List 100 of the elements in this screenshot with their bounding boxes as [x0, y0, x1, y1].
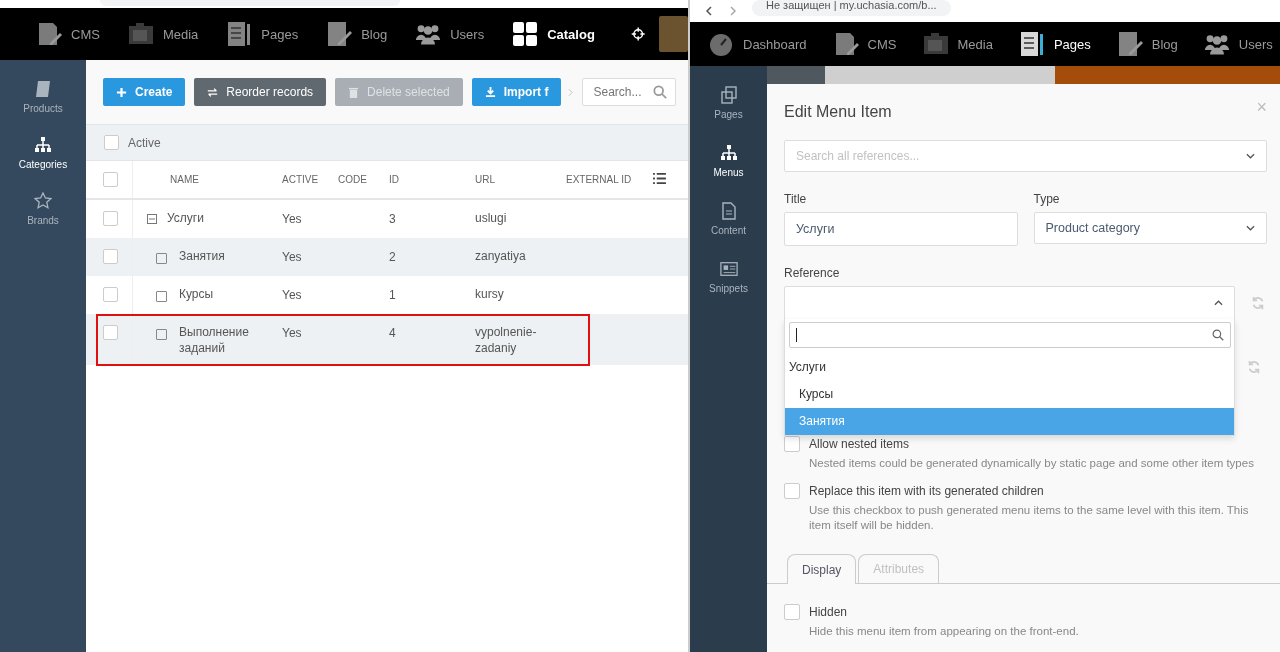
- checkbox[interactable]: [104, 135, 119, 150]
- sidebar-item[interactable]: Menus: [690, 144, 767, 178]
- nav-item[interactable]: CMS: [832, 31, 897, 57]
- pencil-page-icon: [326, 21, 353, 47]
- column-header[interactable]: URL: [475, 174, 495, 185]
- caret-icon: [1214, 300, 1223, 306]
- column-header[interactable]: ACTIVE: [282, 174, 319, 185]
- nav-item[interactable]: Catalog: [512, 21, 595, 47]
- dropdown-search-field[interactable]: [789, 322, 1231, 348]
- checkbox[interactable]: [103, 325, 118, 340]
- camera-icon: [922, 31, 949, 57]
- download-icon: [484, 86, 496, 98]
- column-header[interactable]: NAME: [170, 174, 199, 185]
- column-header[interactable]: CODE: [338, 174, 367, 185]
- checkbox[interactable]: [103, 287, 118, 302]
- nav-item[interactable]: Media: [922, 31, 993, 57]
- collapse-icon[interactable]: [147, 212, 157, 224]
- checkbox[interactable]: [103, 172, 118, 187]
- table-cell: Yes: [282, 326, 302, 340]
- sidebar-item[interactable]: Brands: [0, 192, 86, 226]
- caret-icon: [1246, 153, 1255, 159]
- table-cell-text: vypolnenie-zadaniy: [475, 324, 538, 356]
- table-cell-text: Курсы: [179, 286, 215, 302]
- table-cell: 2: [389, 250, 396, 264]
- modal-title: Edit Menu Item: [784, 103, 892, 121]
- list-icon[interactable]: [653, 173, 666, 184]
- checklist-icon: [1018, 31, 1045, 57]
- table-cell-text: zanyatiya: [475, 248, 527, 264]
- sitemap-icon: [719, 144, 738, 162]
- checkbox[interactable]: [784, 436, 800, 452]
- crosshair-icon[interactable]: [630, 25, 646, 43]
- nav-item[interactable]: Pages: [226, 21, 299, 47]
- search-icon: [1212, 329, 1224, 341]
- nav-item[interactable]: Blog: [1116, 31, 1178, 57]
- star-icon: [34, 192, 52, 210]
- table-cell: Yes: [282, 288, 302, 302]
- newspaper-icon: [719, 260, 738, 278]
- table-cell: 4: [389, 326, 396, 340]
- avatar-image[interactable]: [659, 16, 688, 52]
- table-cell-text: Занятия: [179, 248, 226, 264]
- address-bar[interactable]: Не защищен | my.uchasia.com/b...: [752, 0, 951, 16]
- checkbox-label: Hidden: [809, 605, 848, 619]
- dropdown-option[interactable]: Курсы: [785, 381, 1234, 408]
- column-header[interactable]: EXTERNAL ID: [566, 174, 632, 185]
- reference-select[interactable]: [784, 286, 1235, 320]
- book-icon: [34, 80, 52, 98]
- nav-item[interactable]: CMS: [36, 21, 100, 47]
- camera-icon: [127, 21, 154, 47]
- pencil-page-icon: [1116, 31, 1143, 57]
- toolbar-button[interactable]: Reorder records: [194, 78, 327, 106]
- help-text: Hide this menu item from appearing on the front-end.: [808, 624, 1080, 639]
- checkbox[interactable]: [103, 249, 118, 264]
- help-text: Use this checkbox to push generated menu items to the same level with this item. This item itself will be hidden.: [808, 503, 1250, 533]
- table-cell: 3: [389, 212, 396, 226]
- nav-item[interactable]: Blog: [326, 21, 388, 47]
- filter-label: Active: [128, 135, 161, 150]
- sidebar-item[interactable]: Products: [0, 80, 86, 114]
- back-icon[interactable]: [704, 6, 714, 16]
- type-select[interactable]: Product category: [1033, 212, 1267, 244]
- copy-icon: [719, 86, 738, 104]
- caret-icon: [1246, 225, 1255, 231]
- checkbox[interactable]: [103, 211, 118, 226]
- nav-item[interactable]: Media: [127, 21, 199, 47]
- nav-item[interactable]: Users: [415, 21, 485, 47]
- sidebar-item[interactable]: Pages: [690, 86, 767, 120]
- grid-icon: [512, 21, 539, 47]
- column-header[interactable]: ID: [389, 174, 399, 185]
- leaf-icon: [156, 329, 167, 340]
- sidebar-item[interactable]: Categories: [0, 136, 86, 170]
- sidebar-item[interactable]: Content: [690, 202, 767, 236]
- refresh-icon[interactable]: [1251, 296, 1265, 310]
- plus-icon: [116, 86, 127, 98]
- search-field[interactable]: Search...: [582, 78, 677, 106]
- tab[interactable]: Display: [787, 554, 857, 584]
- table-cell-text: Услуги: [167, 210, 205, 226]
- nav-item[interactable]: Pages: [1018, 31, 1091, 57]
- sidebar-item[interactable]: Snippets: [690, 260, 767, 294]
- document-icon: [36, 21, 62, 47]
- trash-icon: [348, 86, 360, 98]
- search-icon: [653, 85, 668, 99]
- file-icon: [719, 202, 738, 220]
- table-cell-text: Выполнение заданий: [179, 324, 250, 356]
- refresh-icon[interactable]: [1247, 360, 1261, 374]
- nav-item[interactable]: Dashboard: [708, 31, 807, 57]
- speedometer-icon: [708, 31, 734, 57]
- dropdown-option[interactable]: Услуги: [785, 354, 1234, 381]
- leaf-icon: [156, 291, 167, 302]
- checkbox[interactable]: [784, 483, 800, 499]
- nav-item[interactable]: Users: [1203, 31, 1273, 57]
- field-label: Type: [1033, 192, 1061, 206]
- table-cell-text: uslugi: [475, 210, 508, 226]
- checkbox[interactable]: [784, 604, 800, 620]
- checkbox-label: Allow nested items: [809, 437, 910, 451]
- field-label: Reference: [784, 266, 841, 280]
- field-label: Title: [784, 192, 808, 206]
- checkbox-label: Replace this item with its generated children: [809, 484, 1044, 498]
- leaf-icon: [156, 253, 167, 264]
- forward-icon[interactable]: [728, 6, 738, 16]
- title-field[interactable]: Услуги: [784, 212, 1018, 246]
- table-cell: Yes: [282, 250, 302, 264]
